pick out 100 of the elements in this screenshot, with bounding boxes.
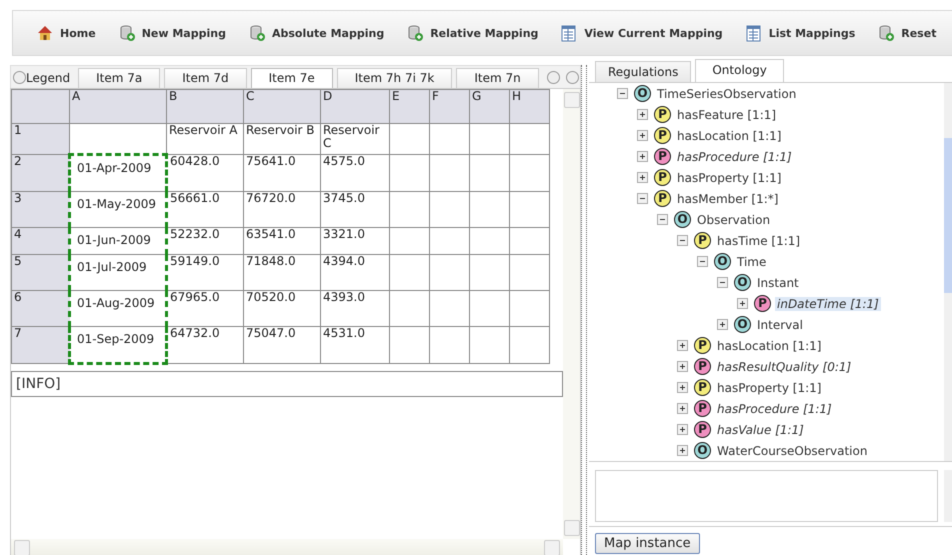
tree-item[interactable]: inDateTime [1:1] (775, 296, 881, 310)
table-cell[interactable]: Reservoir B (244, 124, 320, 154)
table-cell[interactable] (390, 192, 430, 228)
tree-item[interactable]: hasProperty [1:1] (675, 170, 784, 184)
table-cell[interactable] (390, 124, 430, 154)
expand-icon[interactable] (637, 109, 648, 120)
collapse-icon[interactable] (717, 277, 728, 288)
sheet-tab[interactable]: Item 7a (78, 68, 160, 88)
tree-item[interactable]: hasValue [1:1] (715, 422, 806, 436)
table-cell[interactable] (470, 290, 510, 326)
tree-item[interactable]: TimeSeriesObservation (655, 86, 798, 100)
sheet-tab[interactable]: Item 7n (456, 68, 539, 88)
toolbar-button[interactable]: List Mappings (740, 24, 860, 42)
toolbar-button[interactable]: Relative Mapping (401, 24, 544, 42)
tree-item[interactable]: hasLocation [1:1] (715, 338, 824, 352)
tree-item[interactable]: Time (735, 254, 768, 268)
horizontal-scrollbar[interactable] (11, 539, 563, 555)
map-instance-button[interactable]: Map instance (595, 533, 700, 554)
table-cell[interactable]: 4575.0 (320, 154, 390, 192)
expand-icon[interactable] (677, 382, 688, 393)
table-cell[interactable]: 75047.0 (244, 326, 320, 364)
table-cell[interactable] (390, 254, 430, 290)
tree-item[interactable]: hasTime [1:1] (715, 234, 802, 248)
table-cell[interactable] (510, 326, 550, 364)
tree-item[interactable]: hasLocation [1:1] (675, 128, 784, 142)
table-cell[interactable] (510, 254, 550, 290)
tree-item[interactable]: Instant (755, 276, 801, 290)
table-cell[interactable]: 01-Jul-2009 (70, 254, 166, 290)
table-cell[interactable]: 75641.0 (244, 154, 320, 192)
table-cell[interactable]: 64732.0 (166, 326, 244, 364)
table-cell[interactable] (390, 154, 430, 192)
table-cell[interactable] (390, 326, 430, 364)
table-cell[interactable]: 3321.0 (320, 228, 390, 254)
expand-icon[interactable] (677, 403, 688, 414)
expand-icon[interactable] (677, 445, 688, 456)
table-cell[interactable]: 70520.0 (244, 290, 320, 326)
tree-item[interactable]: hasMember [1:*] (675, 192, 780, 206)
collapse-icon[interactable] (677, 235, 688, 246)
table-cell[interactable] (430, 254, 470, 290)
table-cell[interactable]: 67965.0 (166, 290, 244, 326)
table-cell[interactable]: 4394.0 (320, 254, 390, 290)
table-cell[interactable]: 63541.0 (244, 228, 320, 254)
table-cell[interactable]: 60428.0 (166, 154, 244, 192)
expand-icon[interactable] (677, 424, 688, 435)
expand-icon[interactable] (677, 361, 688, 372)
toolbar-button[interactable]: Reset (872, 24, 942, 42)
table-cell[interactable]: 76720.0 (244, 192, 320, 228)
table-cell[interactable] (430, 154, 470, 192)
table-cell[interactable] (470, 254, 510, 290)
table-cell[interactable] (470, 192, 510, 228)
expand-icon[interactable] (717, 319, 728, 330)
vertical-scrollbar[interactable] (944, 83, 952, 461)
tree-item[interactable]: hasFeature [1:1] (675, 108, 778, 122)
table-cell[interactable] (510, 192, 550, 228)
splitter[interactable] (581, 65, 587, 555)
collapse-icon[interactable] (657, 214, 668, 225)
tree-item[interactable]: hasProcedure [1:1] (675, 150, 794, 164)
collapse-icon[interactable] (637, 193, 648, 204)
table-cell[interactable]: 59149.0 (166, 254, 244, 290)
collapse-icon[interactable] (697, 256, 708, 267)
table-cell[interactable]: 4393.0 (320, 290, 390, 326)
tree-item[interactable]: hasProperty [1:1] (715, 380, 824, 394)
toolbar-button[interactable]: Absolute Mapping (242, 24, 390, 42)
table-cell[interactable] (510, 290, 550, 326)
table-cell[interactable] (390, 290, 430, 326)
toolbar-button[interactable]: View Current Mapping (555, 24, 728, 42)
sheet-tab[interactable]: Item 7d (164, 68, 247, 88)
table-cell[interactable] (470, 124, 510, 154)
table-cell[interactable]: 71848.0 (244, 254, 320, 290)
table-cell[interactable]: 01-Jun-2009 (70, 228, 166, 254)
collapse-icon[interactable] (617, 88, 628, 99)
panel-tab[interactable]: Regulations (595, 61, 692, 82)
table-cell[interactable] (470, 154, 510, 192)
table-cell[interactable] (510, 154, 550, 192)
table-cell[interactable]: Reservoir A (166, 124, 244, 154)
table-cell[interactable]: 01-Apr-2009 (70, 154, 166, 192)
table-cell[interactable]: 52232.0 (166, 228, 244, 254)
tree-item[interactable]: Interval (755, 318, 805, 332)
table-cell[interactable]: 3745.0 (320, 192, 390, 228)
table-cell[interactable] (470, 326, 510, 364)
table-cell[interactable]: 01-May-2009 (70, 192, 166, 228)
table-cell[interactable] (430, 326, 470, 364)
table-cell[interactable]: Reservoir C (320, 124, 390, 154)
table-cell[interactable] (430, 124, 470, 154)
table-cell[interactable] (430, 290, 470, 326)
sheet-tab[interactable]: Item 7h 7i 7k (336, 68, 452, 88)
table-cell[interactable] (430, 192, 470, 228)
expand-icon[interactable] (637, 172, 648, 183)
toolbar-button[interactable]: Home (31, 24, 101, 42)
table-cell[interactable] (390, 228, 430, 254)
table-cell[interactable] (510, 124, 550, 154)
tree-item[interactable]: WaterCourseObservation (715, 444, 870, 458)
table-cell[interactable]: 01-Sep-2009 (70, 326, 166, 364)
expand-icon[interactable] (737, 298, 748, 309)
expand-icon[interactable] (677, 340, 688, 351)
table-cell[interactable]: 56661.0 (166, 192, 244, 228)
table-cell[interactable]: 4531.0 (320, 326, 390, 364)
toolbar-button[interactable]: New Mapping (112, 24, 231, 42)
panel-tab[interactable]: Ontology (695, 59, 784, 82)
sheet-tab[interactable]: Legend (26, 69, 74, 88)
